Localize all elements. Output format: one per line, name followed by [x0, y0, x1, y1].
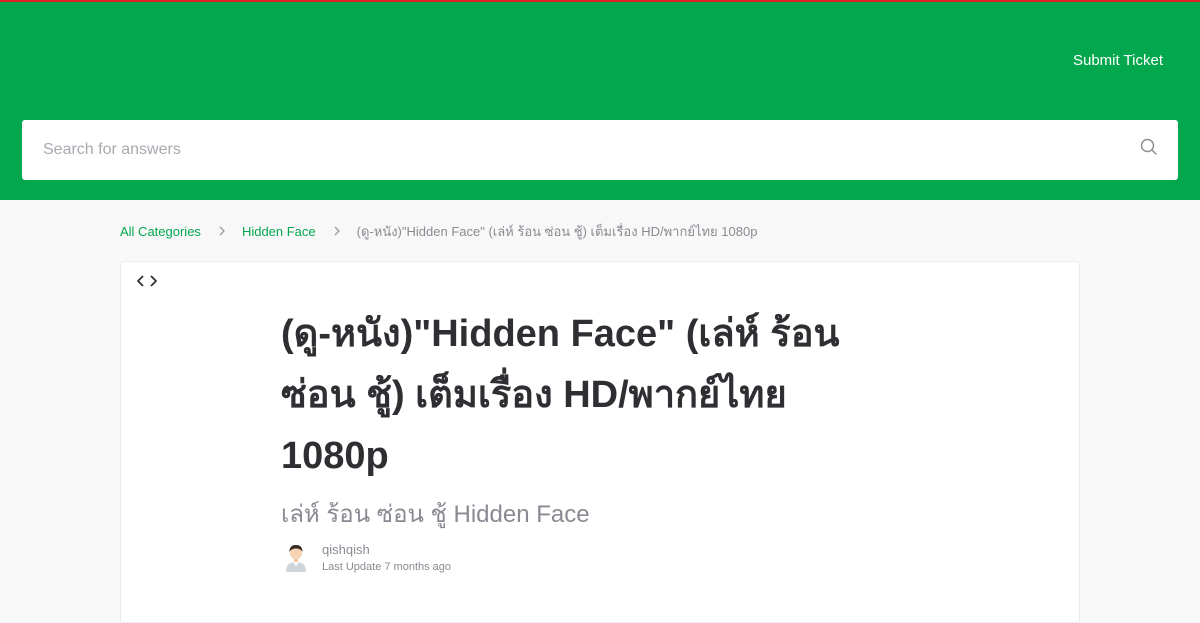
search-input[interactable] [22, 120, 1112, 180]
breadcrumb-all-categories[interactable]: All Categories [120, 224, 201, 239]
article-title: (ดู-หนัง)"Hidden Face" (เล่ห์ ร้อน ซ่อน … [281, 313, 840, 477]
code-brackets-icon[interactable] [136, 274, 158, 288]
user-avatar-icon [286, 545, 306, 572]
breadcrumb-current: (ดู-หนัง)"Hidden Face" (เล่ห์ ร้อน ซ่อน … [356, 223, 758, 239]
last-update-text: Last Update 7 months ago [322, 561, 452, 573]
chevron-right-icon [334, 226, 340, 236]
chevron-right-icon [219, 226, 225, 236]
submit-ticket-link[interactable]: Submit Ticket [1073, 52, 1163, 69]
article-subtitle: เล่ห์ ร้อน ซ่อน ชู้ Hidden Face [281, 501, 590, 528]
breadcrumb-hidden-face[interactable]: Hidden Face [242, 224, 316, 239]
search-icon[interactable] [1140, 138, 1158, 156]
breadcrumb: All Categories Hidden Face (ดู-หนัง)"Hid… [120, 222, 757, 240]
header-banner: Submit Ticket [0, 2, 1200, 200]
article-card: (ดู-หนัง)"Hidden Face" (เล่ห์ ร้อน ซ่อน … [120, 261, 1080, 623]
author-name: qishqish [322, 542, 370, 557]
search-bar [22, 120, 1178, 180]
